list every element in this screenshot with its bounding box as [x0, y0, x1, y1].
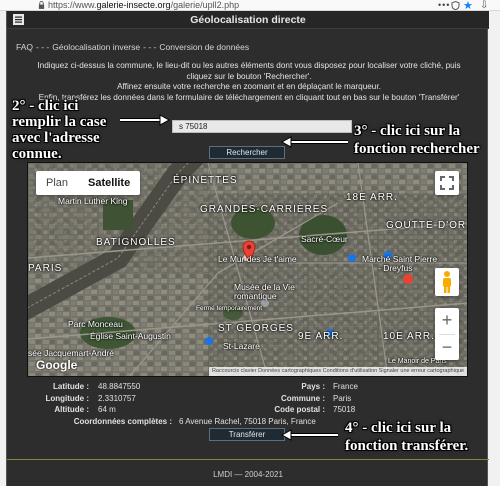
- google-map[interactable]: ÉPINETTES Martin Luther King GRANDES-CAR…: [27, 162, 468, 377]
- reverse-geolocation-link[interactable]: Géolocalisation inverse: [52, 42, 140, 52]
- annotation-line: 2° - clic ici: [12, 98, 79, 114]
- map-label: St-Lazare: [223, 341, 260, 351]
- annotation-line: avec l'adresse: [12, 130, 100, 146]
- search-button[interactable]: Rechercher: [209, 146, 285, 159]
- footer: LMDI — 2004-2021: [213, 470, 283, 479]
- map-footer: Raccourcis clavier Données cartographiqu…: [28, 367, 467, 376]
- map-type-satellite-button[interactable]: Satellite: [78, 171, 140, 195]
- pegman-icon: [443, 271, 451, 293]
- annotation-line: fonction rechercher: [354, 140, 480, 157]
- map-type-control: Plan Satellite: [36, 171, 141, 195]
- street-view-pegman-button[interactable]: [435, 268, 459, 296]
- map-label: BATIGNOLLES: [96, 237, 176, 248]
- shield-icon[interactable]: [451, 1, 460, 10]
- browser-url-bar[interactable]: https://www.galerie-insecte.org/galerie/…: [0, 0, 500, 12]
- map-label: Martin Luther King: [58, 196, 128, 206]
- annotation-line: remplir la case: [12, 114, 107, 130]
- arrow-icon: [120, 114, 170, 126]
- url-text[interactable]: https://www.galerie-insecte.org/galerie/…: [48, 0, 239, 11]
- map-label: 18E ARR.: [346, 192, 398, 203]
- country-value: France: [333, 382, 358, 391]
- annotation-step2: 2° - clic ici remplir la case avec l'adr…: [12, 98, 106, 162]
- map-label: 10E ARR.: [383, 331, 435, 342]
- title-bar: Géolocalisation directe: [7, 11, 489, 29]
- nav-links: FAQ - - - Géolocalisation inverse - - - Conv…: [16, 42, 249, 52]
- map-label: PARIS: [28, 263, 63, 274]
- longitude-value: 2.3310757: [98, 394, 136, 403]
- postal-code-label: Code postal :: [274, 405, 325, 414]
- commune-value: Paris: [333, 394, 352, 403]
- data-conversion-link[interactable]: Conversion de données: [159, 42, 249, 52]
- zoom-out-button[interactable]: −: [435, 335, 459, 361]
- zoom-control: + −: [435, 308, 459, 360]
- map-label: Le Mur des Je t'aime: [218, 254, 297, 264]
- full-coordinates-value: 6 Avenue Rachel, 75018 Paris, France: [179, 417, 316, 426]
- fullscreen-icon: [440, 176, 454, 190]
- annotation-line: 4° - clic ici sur la: [345, 420, 452, 436]
- annotation-step3: 3° - clic ici sur la fonction rechercher: [354, 123, 480, 158]
- latitude-label: Latitude :: [53, 382, 89, 391]
- map-label: Sacré-Cœur: [301, 234, 348, 244]
- arrow-icon: [280, 136, 348, 148]
- annotation-step4: 4° - clic ici sur la fonction transférer…: [345, 420, 468, 455]
- nav-separator: - - -: [143, 42, 157, 52]
- transfer-button[interactable]: Transférer: [209, 428, 285, 441]
- instruction-line: cliquez sur le bouton 'Rechercher'.: [186, 71, 312, 81]
- longitude-label: Longitude :: [45, 394, 89, 403]
- full-coordinates-label: Coordonnées complètes :: [73, 417, 172, 426]
- map-attribution[interactable]: Raccourcis clavier Données cartographiqu…: [208, 367, 467, 376]
- zoom-in-button[interactable]: +: [435, 308, 459, 334]
- lock-icon: [38, 1, 45, 9]
- map-label: Fermé temporairement: [196, 305, 263, 312]
- address-input[interactable]: s 75018: [172, 120, 352, 133]
- map-label: Musée de la Vie romantique: [234, 282, 295, 301]
- page-actions-icon[interactable]: •••: [438, 0, 450, 10]
- annotation-line: 3° - clic ici sur la: [354, 123, 461, 139]
- annotation-line: connue.: [12, 146, 62, 162]
- latitude-value: 48.8847550: [98, 382, 141, 391]
- map-label: GOUTTE-D'OR: [386, 220, 467, 231]
- annotation-line: fonction transférer.: [345, 437, 469, 454]
- map-label: 9E ARR.: [298, 331, 344, 342]
- postal-code-value: 75018: [333, 405, 356, 414]
- map-label: Parc Monceau: [68, 319, 123, 329]
- map-label: sée Jacquemart-André: [28, 348, 114, 358]
- download-icon[interactable]: ⇩: [480, 0, 488, 11]
- map-label: - Dreyfus: [378, 263, 413, 273]
- country-label: Pays :: [301, 382, 325, 391]
- map-label: GRANDES-CARRIÈRES: [200, 204, 329, 215]
- instruction-line: Affinez ensuite votre recherche en zooma…: [117, 82, 381, 92]
- footer-divider: [7, 459, 489, 460]
- nav-separator: - - -: [36, 42, 50, 52]
- faq-link[interactable]: FAQ: [16, 42, 33, 52]
- map-type-plan-button[interactable]: Plan: [36, 171, 78, 195]
- altitude-value: 64 m: [98, 405, 116, 414]
- arrow-icon: [280, 429, 338, 441]
- map-label: ST GEORGES: [218, 323, 294, 334]
- fullscreen-button[interactable]: [435, 171, 459, 195]
- altitude-label: Altitude :: [54, 405, 89, 414]
- page-title: Géolocalisation directe: [190, 14, 306, 26]
- commune-label: Commune :: [281, 394, 325, 403]
- map-label: ÉPINETTES: [173, 175, 238, 186]
- instruction-line: Indiquez ci-dessus la commune, le lieu-d…: [37, 61, 461, 70]
- page-content: Géolocalisation directe FAQ - - - Géolocal…: [6, 11, 489, 486]
- map-label: Église Saint-Augustin: [90, 331, 171, 341]
